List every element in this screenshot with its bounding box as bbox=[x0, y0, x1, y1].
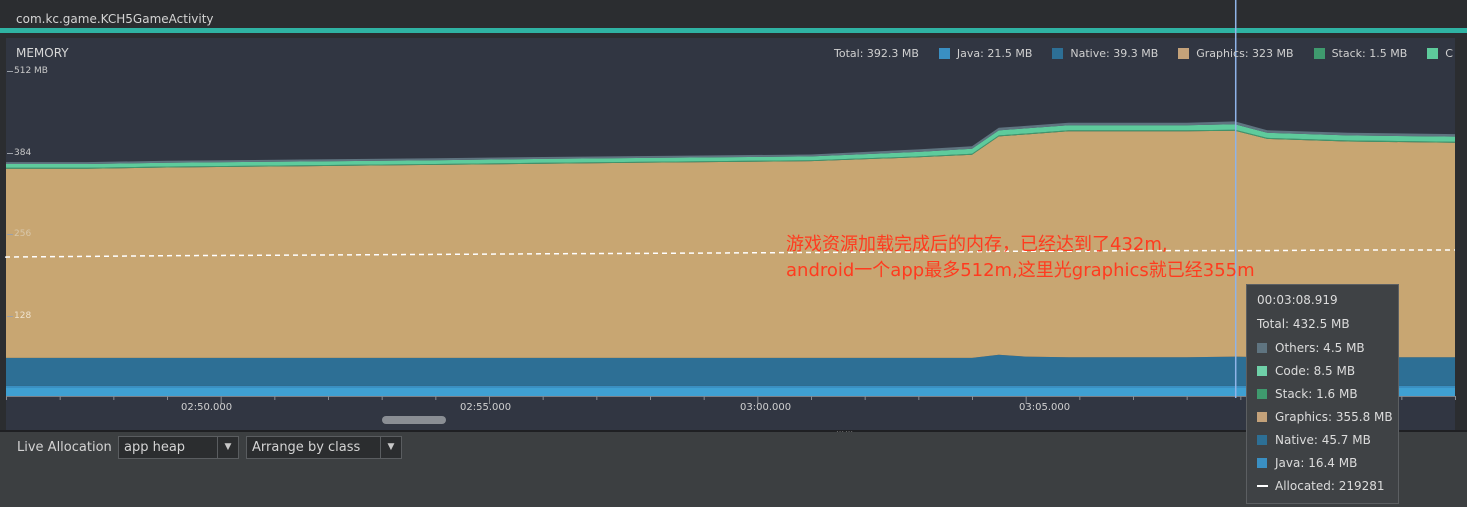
memory-title: MEMORY bbox=[16, 46, 69, 60]
x-tick-mark bbox=[113, 396, 115, 400]
heap-select-value: app heap bbox=[124, 440, 186, 455]
annotation-line-1: 游戏资源加载完成后的内存，已经达到了432m, bbox=[786, 234, 1168, 255]
tooltip-row-java: Java: 16.4 MB bbox=[1257, 456, 1357, 470]
annotation-line-2: android一个app最多512m,这里光graphics就已经355m bbox=[786, 260, 1255, 281]
legend-total: Total: 392.3 MB bbox=[834, 46, 919, 60]
annotation-text: 游戏资源加载完成后的内存，已经达到了432m, android一个app最多51… bbox=[786, 232, 1255, 284]
y-tick-mark bbox=[7, 316, 13, 317]
x-axis bbox=[6, 396, 1455, 397]
x-tick-mark bbox=[1240, 396, 1242, 400]
x-tick-mark bbox=[6, 396, 7, 400]
x-tick-mark bbox=[1133, 396, 1134, 400]
legend-stack: Stack: 1.5 MB bbox=[1313, 47, 1407, 60]
process-timeline-strip[interactable] bbox=[0, 28, 1467, 33]
legend-java-swatch bbox=[938, 47, 950, 59]
x-tick-mark bbox=[596, 396, 598, 400]
timeline-scrollbar[interactable] bbox=[382, 416, 446, 424]
x-tick-mark bbox=[1186, 396, 1188, 400]
tooltip-row-code: Code: 8.5 MB bbox=[1257, 364, 1355, 378]
chevron-down-icon[interactable]: ▼ bbox=[380, 437, 401, 458]
legend-java: Java: 21.5 MB bbox=[938, 47, 1032, 60]
x-tick-mark bbox=[542, 396, 544, 400]
tooltip-time: 00:03:08.919 bbox=[1257, 293, 1338, 307]
y-tick-mark bbox=[7, 234, 13, 235]
arrange-select-value: Arrange by class bbox=[252, 440, 361, 455]
x-tick-mark bbox=[381, 396, 383, 400]
area-native bbox=[6, 354, 1455, 386]
x-tick-mark bbox=[1401, 396, 1403, 400]
legend-graphics: Graphics: 323 MB bbox=[1178, 47, 1294, 60]
x-tick-mark bbox=[167, 396, 168, 400]
memory-tooltip: 00:03:08.919 Total: 432.5 MB Others: 4.5… bbox=[1246, 284, 1399, 504]
x-tick-label: 02:55.000 bbox=[460, 402, 512, 413]
legend-stack-swatch bbox=[1313, 47, 1325, 59]
x-tick-label: 03:05.000 bbox=[1019, 402, 1071, 413]
legend-native: Native: 39.3 MB bbox=[1052, 47, 1158, 60]
process-name: com.kc.game.KCH5GameActivity bbox=[16, 12, 214, 26]
x-tick-mark bbox=[918, 396, 920, 400]
tooltip-row-graphics: Graphics: 355.8 MB bbox=[1257, 410, 1393, 424]
legend-code-swatch bbox=[1427, 47, 1439, 59]
area-java-base bbox=[6, 388, 1455, 396]
x-tick-mark bbox=[59, 396, 61, 400]
memory-legend: Total: 392.3 MB Java: 21.5 MB Native: 39… bbox=[834, 45, 1467, 61]
x-tick-mark bbox=[1455, 396, 1456, 400]
tooltip-row-others: Others: 4.5 MB bbox=[1257, 341, 1365, 355]
x-tick-mark bbox=[435, 396, 437, 400]
x-tick-mark bbox=[972, 396, 973, 400]
tooltip-total: Total: 432.5 MB bbox=[1257, 317, 1350, 331]
x-tick-label: 02:50.000 bbox=[181, 402, 233, 413]
y-tick-512: 512 MB bbox=[14, 66, 48, 76]
tooltip-row-allocated: Allocated: 219281 bbox=[1257, 479, 1385, 493]
live-allocation-label: Live Allocation bbox=[17, 440, 112, 455]
x-tick-mark bbox=[274, 396, 276, 400]
x-tick-mark bbox=[811, 396, 812, 400]
legend-graphics-swatch bbox=[1178, 47, 1190, 59]
legend-code: C bbox=[1427, 47, 1453, 60]
y-tick-384: 384 bbox=[14, 148, 32, 158]
chevron-down-icon[interactable]: ▼ bbox=[217, 437, 238, 458]
allocated-dash-icon bbox=[1257, 485, 1268, 487]
y-tick-mark bbox=[7, 153, 13, 154]
x-tick-mark bbox=[1079, 396, 1081, 400]
legend-native-swatch bbox=[1052, 47, 1064, 59]
y-tick-256: 256 bbox=[14, 229, 32, 239]
x-tick-mark bbox=[650, 396, 651, 400]
x-tick-mark bbox=[328, 396, 329, 400]
x-tick-label: 03:00.000 bbox=[740, 402, 792, 413]
x-tick-mark bbox=[703, 396, 705, 400]
process-bar: com.kc.game.KCH5GameActivity bbox=[0, 0, 1467, 34]
y-tick-128: 128 bbox=[14, 311, 32, 321]
tooltip-row-native: Native: 45.7 MB bbox=[1257, 433, 1371, 447]
heap-select[interactable]: app heap ▼ bbox=[118, 436, 239, 459]
arrange-select[interactable]: Arrange by class ▼ bbox=[246, 436, 402, 459]
tooltip-row-stack: Stack: 1.6 MB bbox=[1257, 387, 1358, 401]
y-tick-mark bbox=[7, 71, 13, 72]
x-tick-mark bbox=[864, 396, 866, 400]
chart-right-edge bbox=[1455, 38, 1467, 430]
